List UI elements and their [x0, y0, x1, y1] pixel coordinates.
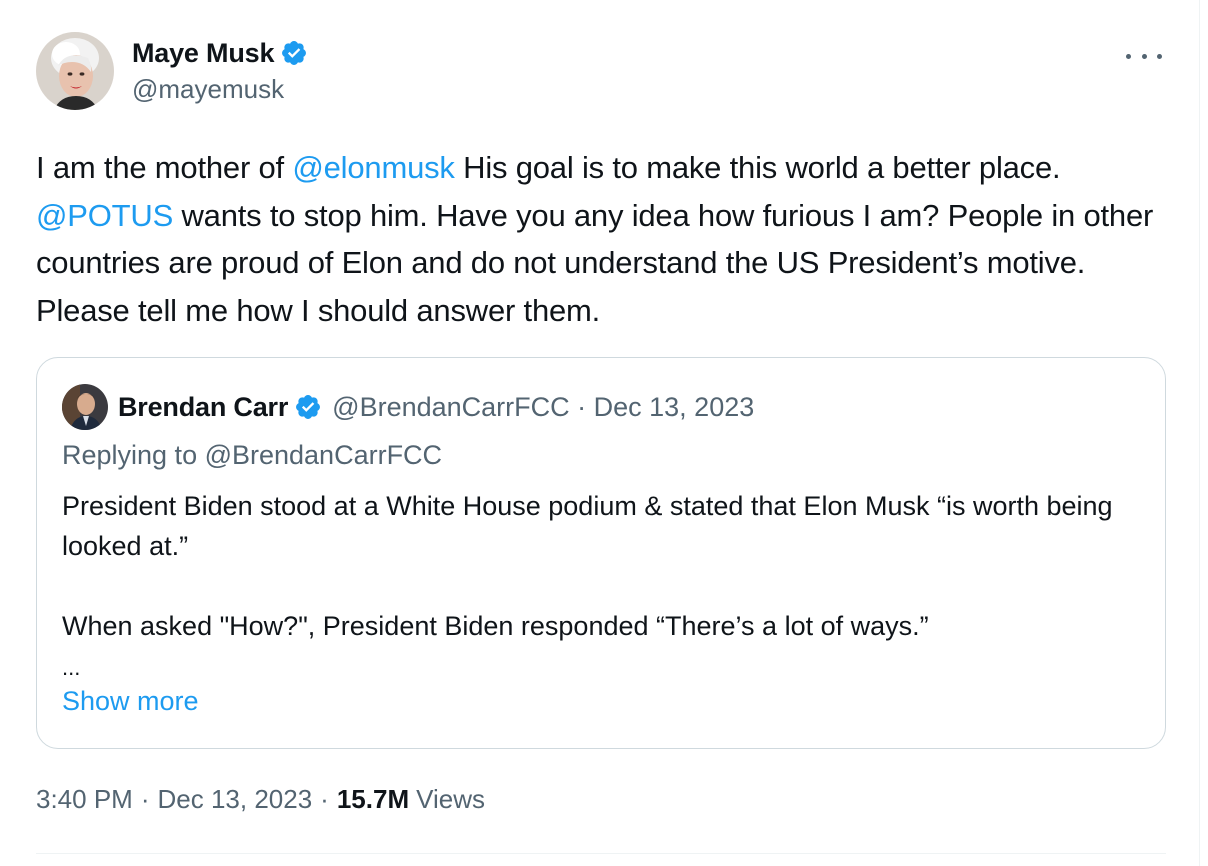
quoted-tweet-header: Brendan Carr @BrendanCarrFCC · Dec 13, 2…: [62, 382, 754, 432]
quoted-tweet-text: President Biden stood at a White House p…: [62, 486, 1132, 646]
timeline-border: [1199, 0, 1200, 866]
separator: ·: [320, 784, 329, 814]
mention-link-elonmusk[interactable]: @elonmusk: [292, 150, 455, 185]
author-name[interactable]: Maye Musk: [132, 38, 274, 69]
tweet-metadata: 3:40 PM · Dec 13, 2023 · 15.7M Views: [36, 784, 485, 815]
tweet-text: I am the mother of @elonmusk His goal is…: [36, 144, 1166, 334]
mention-link-potus[interactable]: @POTUS: [36, 198, 173, 233]
separator: ·: [140, 784, 150, 814]
truncation-ellipsis: ...: [62, 655, 81, 680]
verified-badge-icon: [282, 41, 307, 65]
tweet-text-segment: His goal is to make this world a better …: [454, 150, 1061, 185]
more-dot: [1157, 53, 1162, 59]
views-count[interactable]: 15.7M: [337, 784, 409, 815]
quoted-paragraph: President Biden stood at a White House p…: [62, 491, 1113, 561]
tweet-text-segment: wants to stop him. Have you any idea how…: [36, 197, 1154, 328]
quoted-author-name[interactable]: Brendan Carr: [118, 392, 288, 423]
tweet-text-segment: I am the mother of: [36, 150, 293, 185]
tweet-divider: [36, 853, 1166, 854]
quoted-tweet[interactable]: Brendan Carr @BrendanCarrFCC · Dec 13, 2…: [36, 357, 1166, 749]
tweet-header: Maye Musk @mayemusk: [36, 32, 1166, 114]
show-more-link[interactable]: Show more: [62, 686, 199, 717]
tweet-date[interactable]: Dec 13, 2023: [158, 784, 313, 815]
author-info: Maye Musk @mayemusk: [132, 36, 308, 105]
quoted-author-handle-date[interactable]: @BrendanCarrFCC · Dec 13, 2023: [332, 392, 754, 423]
replying-to: Replying to @BrendanCarrFCC: [62, 440, 443, 470]
author-avatar[interactable]: [36, 32, 114, 110]
tweet-time[interactable]: 3:40 PM: [36, 784, 133, 815]
more-dot: [1126, 53, 1131, 59]
views-label: Views: [416, 784, 485, 814]
more-options-icon[interactable]: [1126, 46, 1162, 66]
tweet: Maye Musk @mayemusk I am the mother of @…: [36, 32, 1166, 814]
more-dot: [1141, 53, 1147, 59]
author-handle[interactable]: @mayemusk: [132, 74, 308, 105]
verified-badge-icon: [296, 395, 321, 419]
author-name-row: Maye Musk: [132, 36, 308, 70]
quoted-paragraph: When asked "How?", President Biden respo…: [62, 611, 929, 641]
quoted-author-avatar[interactable]: [62, 384, 108, 430]
